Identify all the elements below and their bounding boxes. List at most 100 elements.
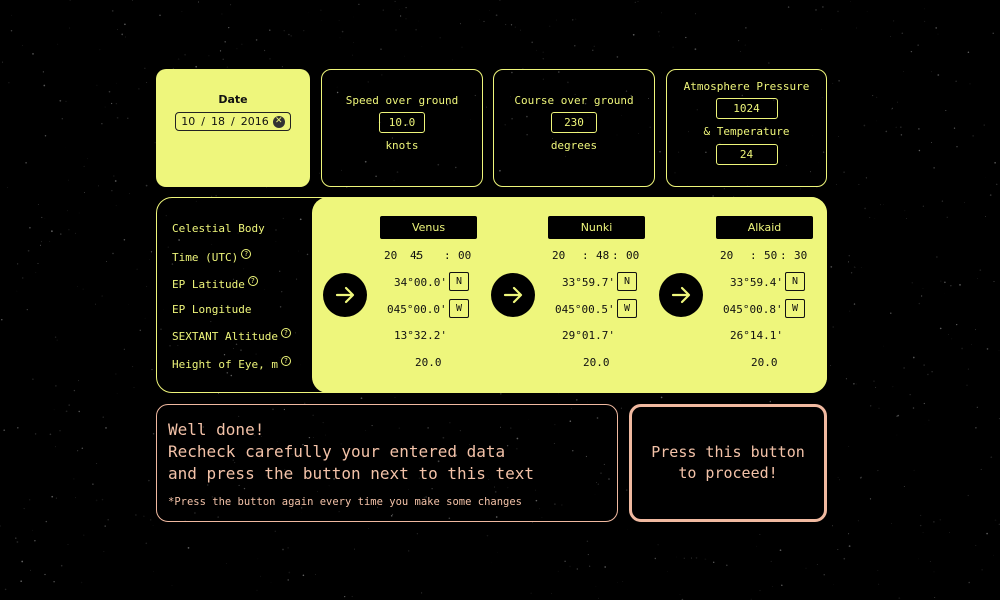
celestial-body-select[interactable]: Nunki <box>548 216 645 239</box>
star <box>595 585 597 587</box>
star <box>779 549 782 552</box>
star <box>341 30 344 33</box>
speed-input[interactable]: 10.0 <box>379 112 425 133</box>
star <box>832 82 834 84</box>
date-month[interactable]: 10 <box>181 115 195 128</box>
star <box>967 51 970 53</box>
star <box>303 30 305 32</box>
star <box>909 394 911 396</box>
star <box>16 263 19 265</box>
speed-unit: knots <box>385 139 419 152</box>
star <box>114 180 117 182</box>
star <box>815 9 817 11</box>
time-seconds[interactable]: 00 <box>458 249 471 262</box>
clear-date-icon[interactable]: ✕ <box>272 115 285 128</box>
longitude-value[interactable]: 045°00.5' <box>555 303 615 316</box>
star <box>461 46 463 48</box>
time-hours[interactable]: 20 <box>552 249 565 262</box>
star <box>146 82 148 83</box>
time-seconds[interactable]: 00 <box>626 249 639 262</box>
next-observation-button[interactable] <box>491 273 535 317</box>
proceed-button[interactable]: Press this button to proceed! <box>629 404 827 522</box>
date-input[interactable]: 10 / 18 / 2016 ✕ <box>175 112 291 131</box>
star <box>945 109 947 112</box>
star <box>77 450 79 452</box>
star <box>893 20 895 22</box>
star <box>54 336 57 338</box>
star <box>659 150 661 153</box>
sextant-label: SEXTANT Altitude? <box>172 327 291 343</box>
star <box>51 495 54 498</box>
height-value[interactable]: 20.0 <box>751 356 778 369</box>
star <box>208 55 210 57</box>
time-minutes[interactable]: 50 <box>764 249 777 262</box>
star <box>55 385 57 387</box>
date-year[interactable]: 2016 <box>241 115 269 128</box>
star <box>135 514 137 516</box>
star <box>551 593 552 595</box>
star <box>975 545 977 547</box>
star <box>969 83 971 85</box>
latitude-value[interactable]: 34°00.0' <box>394 276 447 289</box>
star <box>399 15 402 17</box>
temperature-input[interactable]: 24 <box>715 144 778 165</box>
date-card: Date 10 / 18 / 2016 ✕ <box>156 69 310 187</box>
time-hours[interactable]: 20 <box>720 249 733 262</box>
longitude-hemisphere-toggle[interactable]: W <box>617 299 637 318</box>
date-day[interactable]: 18 <box>211 115 225 128</box>
star <box>260 575 261 577</box>
time-minutes[interactable]: 48 <box>596 249 609 262</box>
star <box>878 583 880 585</box>
time-seconds[interactable]: 30 <box>794 249 807 262</box>
star <box>111 10 114 12</box>
latitude-value[interactable]: 33°59.7' <box>562 276 615 289</box>
latitude-hemisphere-toggle[interactable]: N <box>449 272 469 291</box>
star <box>816 564 818 566</box>
time-minutes[interactable]: 45 <box>410 249 423 262</box>
sextant-value[interactable]: 26°14.1' <box>730 329 783 342</box>
star <box>421 592 423 594</box>
sextant-value[interactable]: 13°32.2' <box>394 329 447 342</box>
sextant-value[interactable]: 29°01.7' <box>562 329 615 342</box>
longitude-value[interactable]: 045°00.0' <box>387 303 447 316</box>
star <box>946 216 948 218</box>
star <box>998 523 1000 525</box>
help-icon[interactable]: ? <box>280 327 291 338</box>
latitude-hemisphere-toggle[interactable]: N <box>617 272 637 291</box>
next-observation-button[interactable] <box>659 273 703 317</box>
star <box>576 568 578 570</box>
star <box>986 348 989 350</box>
latitude-hemisphere-toggle[interactable]: N <box>785 272 805 291</box>
latitude-value[interactable]: 33°59.4' <box>730 276 783 289</box>
help-icon[interactable]: ? <box>247 275 258 286</box>
longitude-hemisphere-toggle[interactable]: W <box>449 299 469 318</box>
star <box>904 210 906 212</box>
help-icon[interactable]: ? <box>280 355 291 366</box>
course-input[interactable]: 230 <box>551 112 597 133</box>
star <box>604 566 607 568</box>
star <box>922 205 924 207</box>
star <box>83 165 85 167</box>
star <box>542 58 544 60</box>
star <box>723 188 725 190</box>
height-value[interactable]: 20.0 <box>415 356 442 369</box>
pressure-input[interactable]: 1024 <box>715 98 778 119</box>
star <box>695 13 696 15</box>
star <box>626 489 628 491</box>
star <box>931 370 933 373</box>
star <box>55 446 57 448</box>
help-icon[interactable]: ? <box>241 248 252 259</box>
longitude-value[interactable]: 045°00.8' <box>723 303 783 316</box>
celestial-body-select[interactable]: Alkaid <box>716 216 813 239</box>
time-separator: : <box>612 249 619 262</box>
height-value[interactable]: 20.0 <box>583 356 610 369</box>
star <box>128 193 130 195</box>
next-observation-button[interactable] <box>323 273 367 317</box>
star <box>928 419 930 421</box>
star <box>937 74 940 76</box>
star <box>39 244 42 246</box>
star <box>0 525 1 527</box>
longitude-hemisphere-toggle[interactable]: W <box>785 299 805 318</box>
time-hours[interactable]: 20 <box>384 249 397 262</box>
celestial-body-select[interactable]: Venus <box>380 216 477 239</box>
